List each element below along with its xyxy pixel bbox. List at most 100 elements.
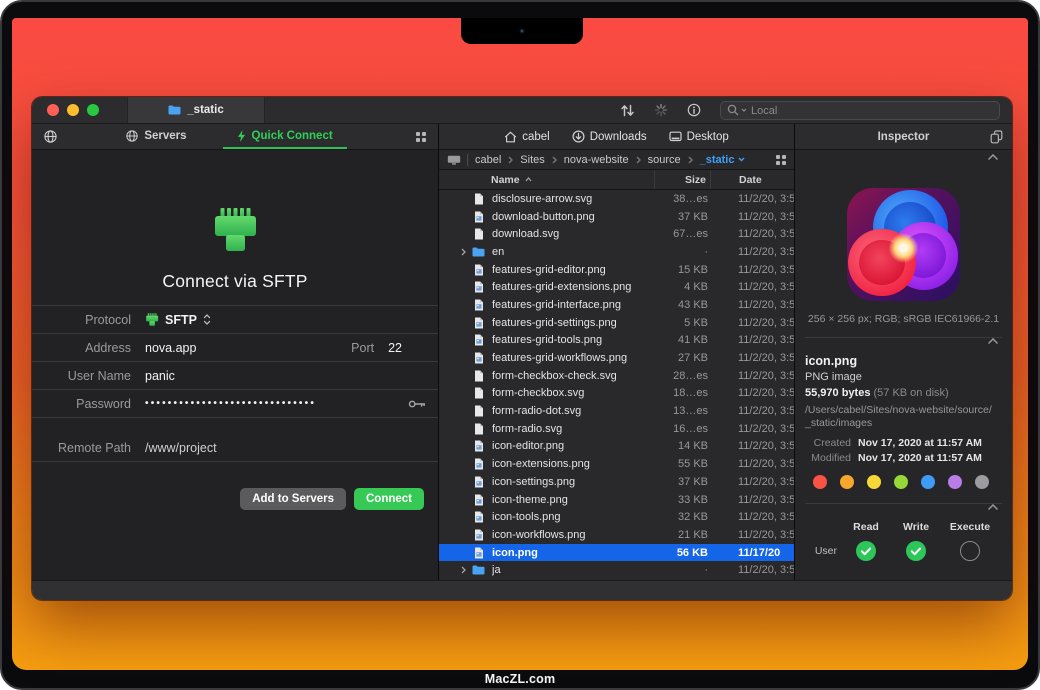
- table-row[interactable]: en · 11/2/20, 3:5: [439, 243, 794, 261]
- disclosure-chevron-icon[interactable]: [439, 336, 469, 344]
- file-date: 11/2/20, 3:5: [710, 440, 794, 452]
- minimize-button[interactable]: [67, 104, 79, 116]
- perm-user-execute-toggle[interactable]: [941, 541, 999, 561]
- table-row[interactable]: form-radio-dot.svg 13…es 11/2/20, 3:5: [439, 402, 794, 420]
- favorite-home[interactable]: cabel: [504, 131, 550, 143]
- perm-user-write-toggle[interactable]: [891, 541, 941, 561]
- table-row[interactable]: features-grid-settings.png 5 KB 11/2/20,…: [439, 314, 794, 332]
- label-color-dot[interactable]: [948, 475, 962, 489]
- file-size: ·: [654, 246, 710, 258]
- breadcrumb-sites[interactable]: Sites: [520, 154, 544, 166]
- path-bar: cabel Sites nova-website source _static: [439, 150, 794, 170]
- close-button[interactable]: [47, 104, 59, 116]
- label-color-dot[interactable]: [975, 475, 989, 489]
- copy-icon[interactable]: [990, 130, 1003, 144]
- perm-user-read-toggle[interactable]: [841, 541, 891, 561]
- connect-button[interactable]: Connect: [354, 488, 424, 510]
- table-row[interactable]: icon-settings.png 37 KB 11/2/20, 3:5: [439, 473, 794, 491]
- label-color-dot[interactable]: [921, 475, 935, 489]
- activity-spinner-icon[interactable]: [654, 103, 668, 117]
- stepper-icon[interactable]: [203, 313, 211, 326]
- collapse-permissions-chevron[interactable]: [805, 504, 1002, 515]
- disclosure-chevron-icon[interactable]: [439, 213, 469, 221]
- disclosure-chevron-icon[interactable]: [439, 301, 469, 309]
- table-row[interactable]: features-grid-extensions.png 4 KB 11/2/2…: [439, 278, 794, 296]
- key-icon[interactable]: [408, 399, 426, 409]
- transfers-icon[interactable]: [620, 104, 635, 117]
- disclosure-chevron-icon[interactable]: [439, 354, 469, 362]
- disclosure-chevron-icon[interactable]: [439, 266, 469, 274]
- table-row[interactable]: download-button.png 37 KB 11/2/20, 3:5: [439, 208, 794, 226]
- address-field[interactable]: nova.app: [145, 341, 196, 355]
- disclosure-chevron-icon[interactable]: [439, 389, 469, 397]
- disclosure-chevron-icon[interactable]: [439, 248, 469, 256]
- disclosure-chevron-icon[interactable]: [439, 319, 469, 327]
- disclosure-chevron-icon[interactable]: [439, 478, 469, 486]
- grid-view-icon[interactable]: [776, 155, 786, 165]
- disclosure-chevron-icon[interactable]: [439, 230, 469, 238]
- grid-view-icon[interactable]: [416, 132, 426, 142]
- disclosure-chevron-icon[interactable]: [439, 460, 469, 468]
- column-size[interactable]: Size: [654, 170, 710, 189]
- favorite-downloads[interactable]: Downloads: [572, 130, 647, 143]
- collapse-preview-chevron[interactable]: [805, 154, 1002, 164]
- file-name: features-grid-extensions.png: [492, 281, 654, 293]
- tab-servers[interactable]: Servers: [126, 124, 186, 149]
- search-field[interactable]: [720, 101, 1000, 120]
- port-field[interactable]: 22: [388, 341, 402, 355]
- remote-path-field[interactable]: /www/project: [145, 441, 217, 455]
- breadcrumb-source[interactable]: source: [648, 154, 681, 166]
- username-field[interactable]: panic: [145, 369, 175, 383]
- label-color-dot[interactable]: [813, 475, 827, 489]
- column-name[interactable]: Name: [439, 170, 654, 189]
- table-row[interactable]: features-grid-editor.png 15 KB 11/2/20, …: [439, 261, 794, 279]
- disclosure-chevron-icon[interactable]: [439, 496, 469, 504]
- disclosure-chevron-icon[interactable]: [439, 195, 469, 203]
- password-field[interactable]: ••••••••••••••••••••••••••••••: [145, 398, 408, 409]
- window-tab[interactable]: _static: [127, 97, 265, 123]
- favorite-desktop[interactable]: Desktop: [669, 131, 729, 143]
- table-row[interactable]: download.svg 67…es 11/2/20, 3:5: [439, 225, 794, 243]
- disclosure-chevron-icon[interactable]: [439, 442, 469, 450]
- label-color-dot[interactable]: [840, 475, 854, 489]
- label-color-dot[interactable]: [894, 475, 908, 489]
- zoom-button[interactable]: [87, 104, 99, 116]
- tab-quick-connect[interactable]: Quick Connect: [223, 124, 347, 149]
- table-row[interactable]: icon-workflows.png 21 KB 11/2/20, 3:5: [439, 526, 794, 544]
- table-row[interactable]: icon-tools.png 32 KB 11/2/20, 3:5: [439, 508, 794, 526]
- table-row[interactable]: form-radio.svg 16…es 11/2/20, 3:5: [439, 420, 794, 438]
- table-row[interactable]: features-grid-tools.png 41 KB 11/2/20, 3…: [439, 332, 794, 350]
- breadcrumb-static[interactable]: _static: [700, 154, 746, 166]
- disclosure-chevron-icon[interactable]: [439, 531, 469, 539]
- protocol-select[interactable]: SFTP: [145, 313, 211, 327]
- inspector-file-name: icon.png: [805, 354, 1002, 368]
- info-icon[interactable]: [687, 103, 701, 117]
- table-row[interactable]: icon-theme.png 33 KB 11/2/20, 3:5: [439, 491, 794, 509]
- label-color-dot[interactable]: [867, 475, 881, 489]
- collapse-info-chevron[interactable]: [805, 338, 1002, 350]
- table-row[interactable]: disclosure-arrow.svg 38…es 11/2/20, 3:5: [439, 190, 794, 208]
- disclosure-chevron-icon[interactable]: [439, 549, 469, 557]
- disclosure-chevron-icon[interactable]: [439, 283, 469, 291]
- table-row[interactable]: form-checkbox.svg 18…es 11/2/20, 3:5: [439, 385, 794, 403]
- disclosure-chevron-icon[interactable]: [439, 407, 469, 415]
- disclosure-chevron-icon[interactable]: [439, 372, 469, 380]
- search-input[interactable]: [720, 101, 1000, 120]
- disclosure-chevron-icon[interactable]: [439, 513, 469, 521]
- breadcrumb-cabel[interactable]: cabel: [475, 154, 501, 166]
- column-date[interactable]: Date: [710, 170, 794, 189]
- computer-icon[interactable]: [447, 155, 461, 165]
- table-row[interactable]: icon.png 56 KB 11/17/20: [439, 544, 794, 562]
- add-to-servers-button[interactable]: Add to Servers: [240, 488, 346, 510]
- table-row[interactable]: icon-extensions.png 55 KB 11/2/20, 3:5: [439, 455, 794, 473]
- table-row[interactable]: ja · 11/2/20, 3:5: [439, 561, 794, 579]
- disclosure-chevron-icon[interactable]: [439, 566, 469, 574]
- table-row[interactable]: form-checkbox-check.svg 28…es 11/2/20, 3…: [439, 367, 794, 385]
- file-list[interactable]: disclosure-arrow.svg 38…es 11/2/20, 3:5 …: [439, 190, 794, 580]
- table-row[interactable]: features-grid-interface.png 43 KB 11/2/2…: [439, 296, 794, 314]
- globe-sidebar-icon[interactable]: [44, 130, 57, 143]
- table-row[interactable]: features-grid-workflows.png 27 KB 11/2/2…: [439, 349, 794, 367]
- disclosure-chevron-icon[interactable]: [439, 425, 469, 433]
- table-row[interactable]: icon-editor.png 14 KB 11/2/20, 3:5: [439, 438, 794, 456]
- breadcrumb-nova-website[interactable]: nova-website: [564, 154, 629, 166]
